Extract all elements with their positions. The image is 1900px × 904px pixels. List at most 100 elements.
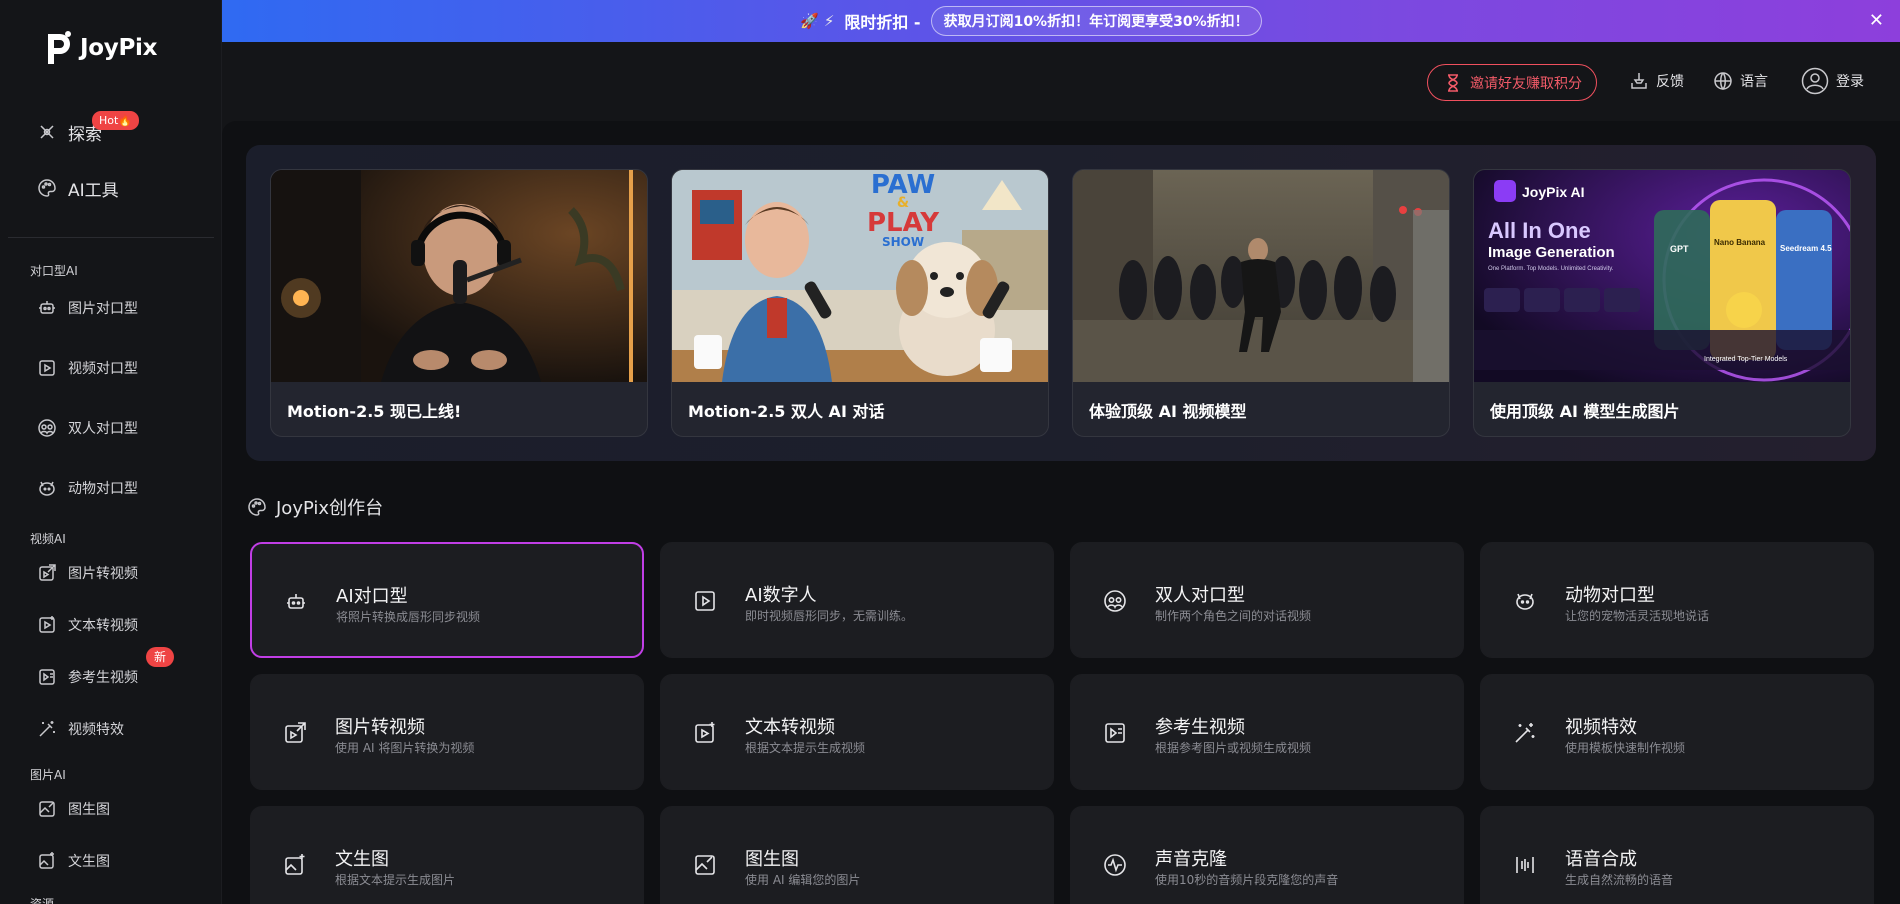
app-root: JoyPix 探索 Hot🔥 AI工具 对口型AI 图片对口型 视频对口型 双人… [0,0,1900,904]
image-text-icon [36,850,58,872]
tool-speech-synthesis[interactable]: 语音合成 生成自然流畅的语音 [1480,806,1874,904]
cat-icon [36,477,58,499]
tool-text-to-video[interactable]: 文本转视频 根据文本提示生成视频 [660,674,1054,790]
language-label: 语言 [1740,74,1768,90]
hero-card-caption: Motion-2.5 双人 AI 对话 [688,402,885,421]
tool-desc: 使用10秒的音频片段克隆您的声音 [1155,873,1339,887]
sidebar-item-video-lipsync[interactable]: 视频对口型 [36,357,138,379]
hero-art-text: PAW & PLAY SHOW [866,170,940,249]
sidebar-item-animal-lipsync[interactable]: 动物对口型 [36,477,138,499]
promo-title: 限时折扣 - [844,13,921,32]
tool-voice-clone[interactable]: 声音克隆 使用10秒的音频片段克隆您的声音 [1070,806,1464,904]
tool-desc: 生成自然流畅的语音 [1565,873,1674,887]
rocket-icon: 🚀 ⚡ [800,12,835,30]
tool-name: 图片转视频 [335,717,425,738]
tool-animal-lipsync[interactable]: 动物对口型 让您的宠物活灵活现地说话 [1480,542,1874,658]
hero-image-paw-play: PAW & PLAY SHOW [672,170,1048,382]
video-play-icon [693,589,717,613]
robot-icon [36,297,58,319]
promo-offer-button[interactable]: 获取月订阅10%折扣！年订阅更享受30%折扣！ [930,6,1262,36]
hero-card-duo[interactable]: PAW & PLAY SHOW Motion-2.5 双人 AI 对话 [671,169,1049,437]
tool-desc: 制作两个角色之间的对话视频 [1155,609,1312,623]
close-icon[interactable]: ✕ [1869,10,1884,31]
tool-duo-lipsync[interactable]: 双人对口型 制作两个角色之间的对话视频 [1070,542,1464,658]
image-edit-icon [693,853,717,877]
language-button[interactable]: 语言 [1712,70,1768,92]
sidebar-item-image-lipsync[interactable]: 图片对口型 [36,297,138,319]
hero-art-text: JoyPix AI All In One Image Generation On… [1488,184,1832,363]
tool-video-effects[interactable]: 视频特效 使用模板快速制作视频 [1480,674,1874,790]
tool-ai-lipsync[interactable]: AI对口型 将照片转换成唇形同步视频 [250,542,644,658]
hot-badge: Hot🔥 [92,111,140,130]
waveform-icon [1103,853,1127,877]
cat-icon [1513,589,1537,613]
tool-text-to-image[interactable]: 文生图 根据文本提示生成图片 [250,806,644,904]
sidebar-item-label: 图片转视频 [68,566,138,582]
section-label-resources: 资源 [30,897,55,904]
tool-name: AI数字人 [745,585,817,606]
section-label-image: 图片AI [30,768,66,782]
compass-icon [36,121,58,143]
tool-ai-avatar[interactable]: AI数字人 即时视频唇形同步，无需训练。 [660,542,1054,658]
image-edit-icon [36,798,58,820]
sidebar-item-image-to-image[interactable]: 图生图 [36,798,110,820]
hero-image-all-in-one: JoyPix AI All In One Image Generation On… [1474,170,1850,382]
reference-video-icon [36,666,58,688]
robot-icon [284,590,308,614]
tool-name: 文生图 [335,849,389,870]
hero-image-street-chase [1073,170,1449,382]
audio-bars-icon [1513,853,1537,877]
tool-name: 参考生视频 [1155,717,1245,738]
sidebar-item-reference-video[interactable]: 参考生视频 [36,666,138,688]
sidebar-item-label: 视频对口型 [68,361,138,377]
sidebar-item-image-to-video[interactable]: 图片转视频 [36,562,138,584]
joypix-logo-icon [44,28,74,68]
new-badge: 新 [146,647,174,667]
main-content: Motion-2.5 现已上线! PAW & PLAY SHOW Motion-… [222,121,1900,904]
feedback-button[interactable]: 反馈 [1628,70,1684,92]
globe-icon [1712,70,1734,92]
magic-wand-icon [1513,721,1537,745]
sidebar-item-video-effects[interactable]: 视频特效 [36,718,124,740]
hero-carousel: Motion-2.5 现已上线! PAW & PLAY SHOW Motion-… [246,145,1876,461]
sidebar: JoyPix 探索 Hot🔥 AI工具 对口型AI 图片对口型 视频对口型 双人… [0,0,222,904]
sidebar-item-ai-tools[interactable]: AI工具 [36,176,119,201]
user-icon [1800,66,1830,96]
sidebar-item-duo-lipsync[interactable]: 双人对口型 [36,417,138,439]
video-play-icon [36,357,58,379]
tool-reference-video[interactable]: 参考生视频 根据参考图片或视频生成视频 [1070,674,1464,790]
hero-image-podcaster [271,170,647,382]
tool-desc: 使用 AI 编辑您的图片 [745,873,861,887]
section-label-video: 视频AI [30,532,66,546]
hero-card-video-model[interactable]: 体验顶级 AI 视频模型 [1072,169,1450,437]
image-to-video-icon [36,562,58,584]
studio-title-text: JoyPix创作台 [276,498,384,519]
hourglass-icon [1442,72,1464,94]
image-text-icon [283,853,307,877]
hero-card-motion[interactable]: Motion-2.5 现已上线! [270,169,648,437]
two-faces-icon [1103,589,1127,613]
sidebar-item-label: 图生图 [68,802,110,818]
hero-card-caption: 使用顶级 AI 模型生成图片 [1490,402,1680,421]
reference-video-icon [1103,721,1127,745]
sidebar-item-label: 视频特效 [68,722,124,738]
hero-card-image-gen[interactable]: JoyPix AI All In One Image Generation On… [1473,169,1851,437]
text-to-video-icon [36,614,58,636]
sidebar-item-label: AI工具 [68,180,119,201]
tool-image-to-image[interactable]: 图生图 使用 AI 编辑您的图片 [660,806,1054,904]
invite-friends-button[interactable]: 邀请好友赚取积分 [1427,64,1597,101]
palette-icon [246,496,268,518]
sidebar-item-label: 文生图 [68,854,110,870]
tool-image-to-video[interactable]: 图片转视频 使用 AI 将图片转换为视频 [250,674,644,790]
tool-desc: 根据参考图片或视频生成视频 [1155,741,1312,755]
sidebar-item-label: 参考生视频 [68,670,138,686]
feedback-icon [1628,70,1650,92]
login-button[interactable]: 登录 [1800,66,1864,96]
sidebar-item-text-to-video[interactable]: 文本转视频 [36,614,138,636]
logo[interactable]: JoyPix [44,28,157,68]
sidebar-item-text-to-image[interactable]: 文生图 [36,850,110,872]
tool-name: 图生图 [745,849,799,870]
section-label-lipsync: 对口型AI [30,264,78,278]
studio-title: JoyPix创作台 [246,494,383,520]
feedback-label: 反馈 [1656,74,1684,90]
